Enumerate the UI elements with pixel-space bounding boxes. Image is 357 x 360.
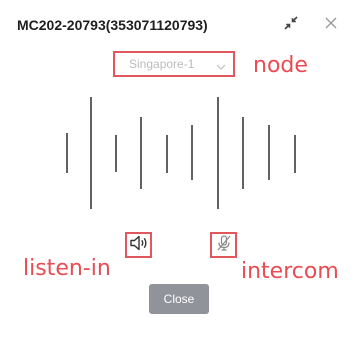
close-icon — [325, 16, 337, 34]
waveform-bar — [191, 125, 193, 180]
node-select-value: Singapore-1 — [129, 57, 195, 71]
listen-in-button[interactable] — [125, 232, 152, 258]
waveform-bar — [268, 125, 270, 180]
waveform-bar — [217, 97, 219, 209]
waveform-bar — [115, 135, 117, 172]
waveform-bar — [294, 135, 296, 173]
node-select[interactable]: Singapore-1 — [113, 51, 235, 77]
waveform-bar — [166, 135, 168, 173]
dialog-title: MC202-20793(353071120793) — [17, 17, 208, 33]
intercom-annotation: intercom — [241, 259, 339, 284]
chevron-down-icon — [216, 60, 226, 74]
close-button[interactable]: Close — [149, 284, 209, 314]
speaker-icon — [129, 234, 149, 257]
close-window-button[interactable] — [322, 16, 340, 34]
intercom-button[interactable] — [210, 232, 237, 258]
waveform-bar — [140, 117, 142, 189]
microphone-muted-icon — [215, 234, 233, 257]
node-annotation: node — [253, 53, 308, 78]
waveform-bar — [66, 133, 68, 173]
collapse-button[interactable] — [282, 15, 300, 35]
waveform-bar — [242, 117, 244, 189]
waveform-bar — [90, 97, 92, 209]
collapse-icon — [284, 15, 298, 35]
listen-in-annotation: listen-in — [23, 256, 111, 281]
